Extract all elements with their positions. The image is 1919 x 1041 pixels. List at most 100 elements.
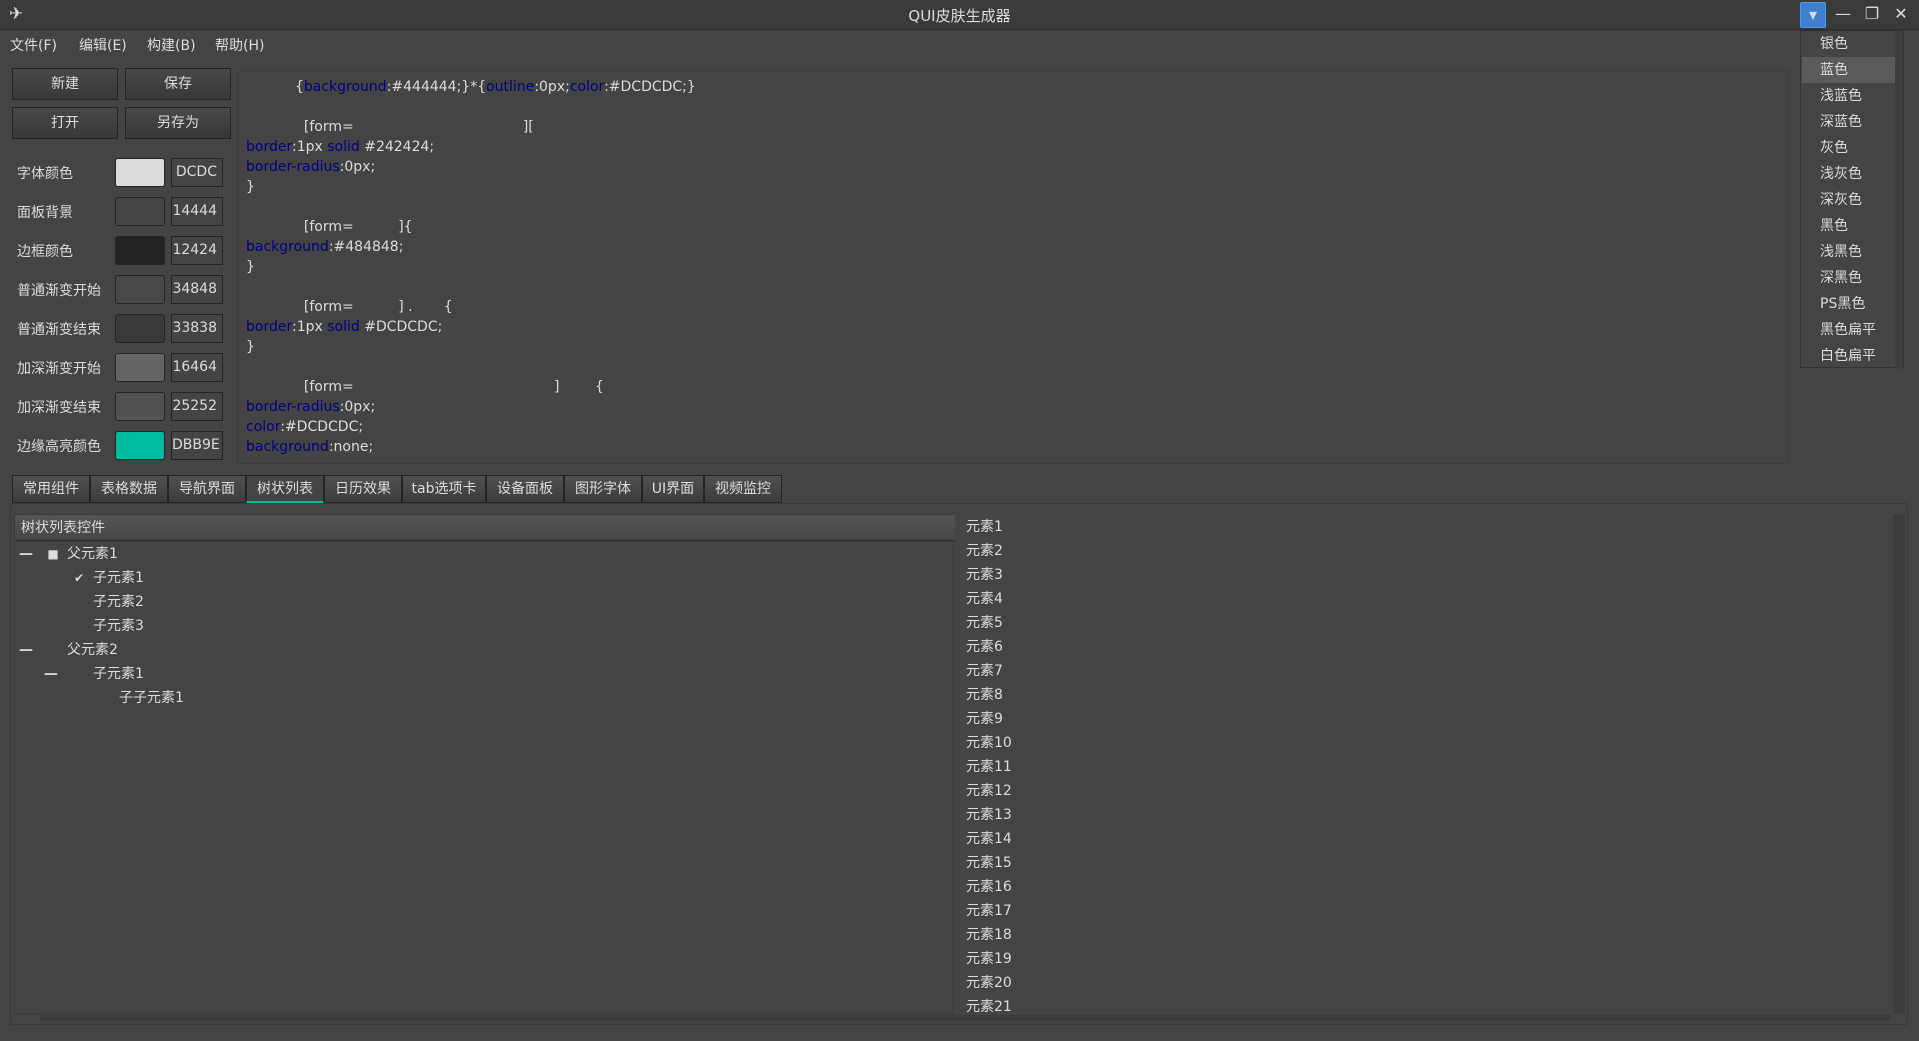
partial-checkbox-icon[interactable]: ■ [47, 542, 59, 566]
list-item[interactable]: 元素20 [966, 971, 1012, 995]
list-item[interactable]: 元素18 [966, 923, 1012, 947]
color-row-border: 边框颜色 12424 [8, 232, 230, 268]
style-option[interactable]: 银色 [1802, 31, 1902, 57]
list-item[interactable]: 元素17 [966, 899, 1012, 923]
list-item[interactable]: 元素1 [966, 515, 1003, 539]
menu-build[interactable]: 构建(B) [147, 35, 196, 55]
style-option[interactable]: 浅黑色 [1802, 239, 1902, 265]
code-line: color:#DCDCDC; [246, 419, 364, 435]
color-row-normal-end: 普通渐变结束 33838 [8, 310, 230, 346]
tab-calendar[interactable]: 日历效果 [324, 475, 402, 503]
color-swatch[interactable] [115, 353, 165, 382]
list-item[interactable]: 元素10 [966, 731, 1012, 755]
save-button[interactable]: 保存 [125, 68, 231, 100]
color-hex-field[interactable]: 16464 [171, 353, 223, 382]
tab-table-data[interactable]: 表格数据 [90, 475, 168, 503]
collapse-icon[interactable]: — [44, 662, 58, 686]
style-option[interactable]: 白色扁平 [1802, 343, 1902, 369]
color-label: 边缘高亮颜色 [17, 439, 101, 455]
list-item[interactable]: 元素8 [966, 683, 1003, 707]
color-hex-field[interactable]: 14444 [171, 197, 223, 226]
tab-common-widgets[interactable]: 常用组件 [12, 475, 90, 503]
collapse-icon[interactable]: — [19, 542, 33, 566]
list-item[interactable]: 元素13 [966, 803, 1012, 827]
color-hex-field[interactable]: DBB9E [171, 431, 223, 460]
style-option[interactable]: PS黑色 [1802, 291, 1902, 317]
color-swatch[interactable] [115, 275, 165, 304]
save-as-button[interactable]: 另存为 [125, 107, 231, 139]
style-option[interactable]: 浅蓝色 [1802, 83, 1902, 109]
collapse-icon[interactable]: — [19, 638, 33, 662]
code-line: [form= ] . { [303, 299, 453, 315]
menu-file[interactable]: 文件(F) [10, 35, 57, 55]
color-swatch[interactable] [115, 431, 165, 460]
style-popup-menu: 银色 蓝色 浅蓝色 深蓝色 灰色 浅灰色 深灰色 黑色 浅黑色 深黑色 PS黑色… [1800, 30, 1904, 369]
style-option[interactable]: 浅灰色 [1802, 161, 1902, 187]
style-option[interactable]: 灰色 [1802, 135, 1902, 161]
list-item[interactable]: 元素2 [966, 539, 1003, 563]
list-item[interactable]: 元素21 [966, 995, 1012, 1014]
color-swatch[interactable] [115, 236, 165, 265]
list-item[interactable]: 元素4 [966, 587, 1003, 611]
color-row-dark-end: 加深渐变结束 25252 [8, 388, 230, 424]
color-hex-field[interactable]: 33838 [171, 314, 223, 343]
qss-code-editor[interactable]: {background:#444444;}*{outline:0px;color… [237, 70, 1789, 464]
tab-tab-widget[interactable]: tab选项卡 [402, 475, 486, 503]
color-row-normal-start: 普通渐变开始 34848 [8, 271, 230, 307]
tab-tree-list[interactable]: 树状列表 [246, 475, 324, 503]
code-line: } [246, 259, 255, 275]
list-item[interactable]: 元素14 [966, 827, 1012, 851]
checked-icon[interactable]: ✔ [73, 566, 85, 590]
tab-icon-font[interactable]: 图形字体 [564, 475, 642, 503]
popup-scrollbar[interactable] [1895, 31, 1903, 369]
color-swatch[interactable] [115, 158, 165, 187]
style-dropdown-button[interactable]: ▾ [1800, 2, 1826, 28]
list-item[interactable]: 元素19 [966, 947, 1012, 971]
new-button[interactable]: 新建 [12, 68, 118, 100]
color-hex-field[interactable]: 34848 [171, 275, 223, 304]
tree-widget[interactable]: 树状列表控件 — ■ 父元素1 ✔ 子元素1 子元素2 子元素3 — 父元素2 — … [14, 514, 955, 1014]
list-item[interactable]: 元素3 [966, 563, 1003, 587]
color-swatch[interactable] [115, 392, 165, 421]
color-hex-field[interactable]: DCDC [171, 158, 223, 187]
list-item[interactable]: 元素12 [966, 779, 1012, 803]
code-line: border:1px solid #242424; [246, 139, 435, 155]
minimize-icon[interactable]: — [1830, 2, 1856, 28]
list-item[interactable]: 元素7 [966, 659, 1003, 683]
code-line: background:none; [246, 439, 374, 455]
tab-navigation[interactable]: 导航界面 [168, 475, 246, 503]
title-bar: ✈ QUI皮肤生成器 ▾ — ❐ ✕ [0, 0, 1919, 30]
style-option-selected[interactable]: 蓝色 [1802, 57, 1902, 83]
open-button[interactable]: 打开 [12, 107, 118, 139]
color-hex-field[interactable]: 12424 [171, 236, 223, 265]
list-item[interactable]: 元素11 [966, 755, 1012, 779]
list-scrollbar[interactable] [1893, 514, 1905, 1014]
tab-video-monitor[interactable]: 视频监控 [704, 475, 782, 503]
menu-help[interactable]: 帮助(H) [215, 35, 264, 55]
style-option[interactable]: 深灰色 [1802, 187, 1902, 213]
tree-header: 树状列表控件 [15, 515, 955, 541]
menu-edit[interactable]: 编辑(E) [79, 35, 127, 55]
color-label: 普通渐变结束 [17, 322, 101, 338]
color-label: 加深渐变结束 [17, 400, 101, 416]
style-option[interactable]: 黑色 [1802, 213, 1902, 239]
color-hex-field[interactable]: 25252 [171, 392, 223, 421]
list-item[interactable]: 元素5 [966, 611, 1003, 635]
list-item[interactable]: 元素15 [966, 851, 1012, 875]
list-item[interactable]: 元素6 [966, 635, 1003, 659]
tab-device-panel[interactable]: 设备面板 [486, 475, 564, 503]
color-swatch[interactable] [115, 197, 165, 226]
style-option[interactable]: 深蓝色 [1802, 109, 1902, 135]
list-item[interactable]: 元素16 [966, 875, 1012, 899]
color-swatch[interactable] [115, 314, 165, 343]
style-option[interactable]: 黑色扁平 [1802, 317, 1902, 343]
close-icon[interactable]: ✕ [1888, 2, 1914, 28]
list-item[interactable]: 元素9 [966, 707, 1003, 731]
restore-icon[interactable]: ❐ [1859, 2, 1885, 28]
horizontal-scrollbar[interactable] [40, 1015, 1890, 1021]
tab-ui[interactable]: UI界面 [642, 475, 704, 503]
list-widget[interactable]: 元素1 元素2 元素3 元素4 元素5 元素6 元素7 元素8 元素9 元素10… [958, 514, 1893, 1014]
style-option[interactable]: 深黑色 [1802, 265, 1902, 291]
